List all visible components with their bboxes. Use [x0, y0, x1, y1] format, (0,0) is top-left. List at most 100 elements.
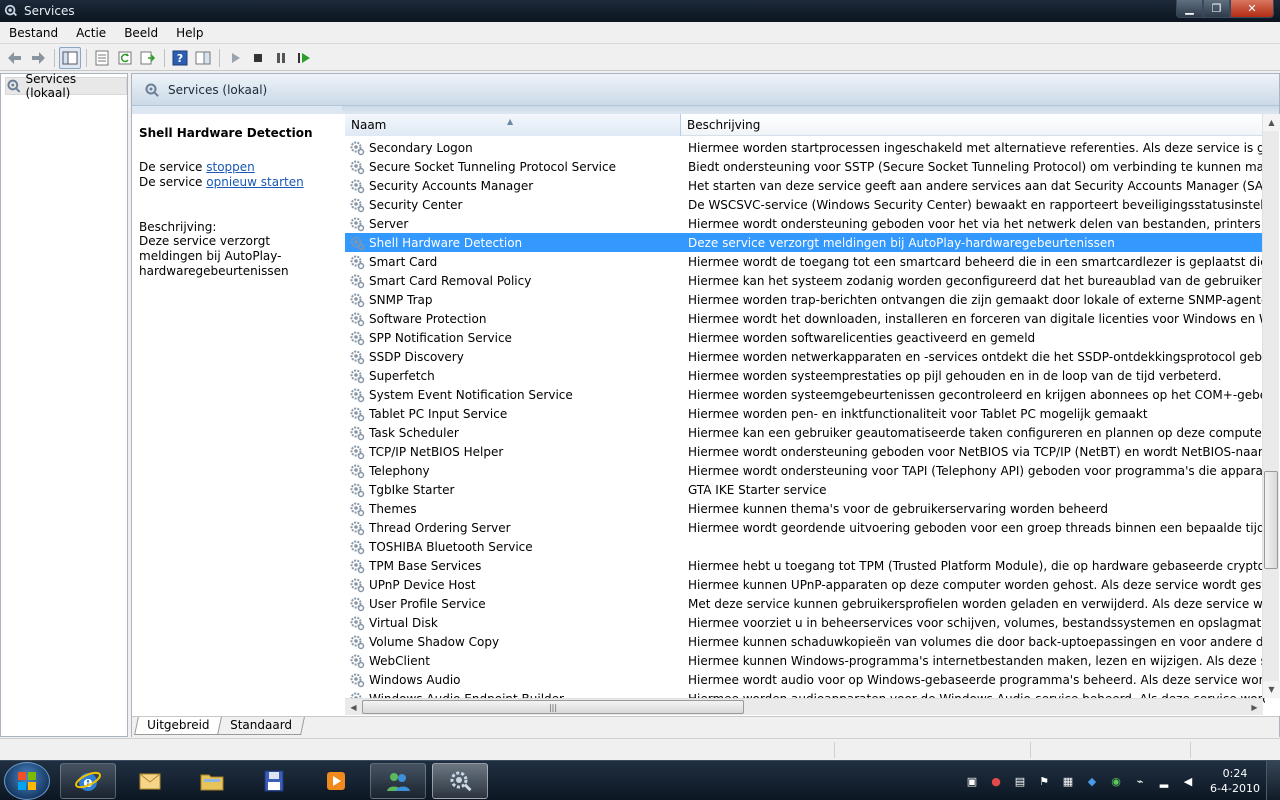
taskbar-messenger[interactable] — [370, 763, 426, 799]
menu-help[interactable]: Help — [167, 22, 212, 44]
table-row[interactable]: User Profile Service Met deze service kun… — [345, 594, 1265, 613]
service-name-cell: Shell Hardware Detection — [345, 235, 681, 251]
show-desktop-button[interactable] — [1266, 761, 1280, 800]
stop-service-link[interactable]: stoppen — [206, 160, 255, 174]
start-button[interactable] — [4, 762, 50, 800]
safely-remove-icon[interactable]: ▤ — [1012, 773, 1028, 789]
taskbar-backup[interactable] — [246, 763, 302, 799]
wifi-signal-icon[interactable]: ▂ — [1156, 773, 1172, 789]
table-row[interactable]: Themes Hiermee kunnen thema's voor de geb… — [345, 499, 1265, 518]
table-row[interactable]: TPM Base Services Hiermee hebt u toegang … — [345, 556, 1265, 575]
service-gear-icon — [350, 274, 365, 288]
table-row[interactable]: Smart Card Removal Policy Hiermee kan het… — [345, 271, 1265, 290]
service-name-cell: Telephony — [345, 463, 681, 479]
table-row[interactable]: SPP Notification Service Hiermee worden s… — [345, 328, 1265, 347]
properties-button[interactable] — [91, 47, 113, 69]
action-pane-button[interactable] — [192, 47, 214, 69]
taskbar-internet-explorer[interactable]: e — [60, 763, 116, 799]
table-row[interactable]: Volume Shadow Copy Hiermee kunnen schaduw… — [345, 632, 1265, 651]
service-name: Smart Card — [369, 254, 438, 269]
table-row[interactable]: Software Protection Hiermee wordt het dow… — [345, 309, 1265, 328]
service-name-cell: Secondary Logon — [345, 140, 681, 156]
network-adapter-icon[interactable]: ▣ — [964, 773, 980, 789]
table-row[interactable]: Windows Audio Hiermee wordt audio voor op… — [345, 670, 1265, 689]
horizontal-scroll-thumb[interactable]: ||| — [362, 700, 744, 714]
tree-item-services-local[interactable]: Services (lokaal) — [5, 72, 127, 100]
table-row[interactable]: TgbIke Starter GTA IKE Starter service — [345, 480, 1265, 499]
refresh-button[interactable] — [114, 47, 136, 69]
horizontal-scrollbar[interactable]: ◀ ||| ▶ — [345, 698, 1263, 715]
taskbar-mail[interactable] — [122, 763, 178, 799]
table-row[interactable]: WebClient Hiermee kunnen Windows-programm… — [345, 651, 1265, 670]
service-name-cell: Tablet PC Input Service — [345, 406, 681, 422]
stop-service-button[interactable] — [247, 47, 269, 69]
service-gear-icon — [350, 141, 365, 155]
menu-bestand[interactable]: Bestand — [0, 22, 67, 44]
security-shield-icon[interactable]: ● — [988, 773, 1004, 789]
service-description-cell: Hiermee kunnen schaduwkopieën van volume… — [688, 634, 1265, 649]
column-header-beschrijving[interactable]: Beschrijving — [681, 114, 1265, 136]
service-name: Tablet PC Input Service — [369, 406, 508, 421]
close-button[interactable]: ✕ — [1230, 0, 1274, 18]
table-row[interactable]: Thread Ordering Server Hiermee wordt geor… — [345, 518, 1265, 537]
scroll-up-button[interactable]: ▲ — [1263, 114, 1280, 131]
power-plug-icon[interactable]: ⌁ — [1132, 773, 1148, 789]
vertical-scrollbar[interactable]: ▲ ▼ — [1262, 114, 1280, 698]
taskbar-services[interactable] — [432, 763, 488, 799]
sync-icon[interactable]: ◉ — [1108, 773, 1124, 789]
vertical-scroll-thumb[interactable] — [1264, 471, 1278, 569]
table-row[interactable]: Superfetch Hiermee worden systeemprestati… — [345, 366, 1265, 385]
scroll-down-button[interactable]: ▼ — [1263, 681, 1280, 698]
table-row[interactable]: Secure Socket Tunneling Protocol Service… — [345, 157, 1265, 176]
table-row[interactable]: System Event Notification Service Hiermee… — [345, 385, 1265, 404]
table-row[interactable]: Virtual Disk Hiermee voorziet u in beheer… — [345, 613, 1265, 632]
scroll-left-icon: ◀ — [350, 703, 357, 712]
tab-standaard[interactable]: Standaard — [217, 717, 306, 735]
taskbar-media-player[interactable] — [308, 763, 364, 799]
toolbar-separator — [54, 48, 55, 67]
table-row[interactable]: Task Scheduler Hiermee kan een gebruiker … — [345, 423, 1265, 442]
table-row[interactable]: SNMP Trap Hiermee worden trap-berichten o… — [345, 290, 1265, 309]
table-row[interactable]: Telephony Hiermee wordt ondersteuning voo… — [345, 461, 1265, 480]
scroll-right-button[interactable]: ▶ — [1246, 699, 1263, 716]
table-row[interactable]: UPnP Device Host Hiermee kunnen UPnP-appa… — [345, 575, 1265, 594]
pause-service-button[interactable] — [270, 47, 292, 69]
maximize-button[interactable]: ❐ — [1203, 0, 1230, 18]
table-row[interactable]: Security Accounts Manager Het starten van… — [345, 176, 1265, 195]
show-tree-button[interactable] — [59, 46, 81, 69]
restart-action: De service opnieuw starten — [139, 175, 337, 190]
table-row[interactable]: Server Hiermee wordt ondersteuning gebode… — [345, 214, 1265, 233]
table-row[interactable]: TOSHIBA Bluetooth Service — [345, 537, 1265, 556]
close-icon: ✕ — [1247, 2, 1257, 15]
table-row[interactable]: TCP/IP NetBIOS Helper Hiermee wordt onder… — [345, 442, 1265, 461]
restart-service-button[interactable] — [293, 47, 315, 69]
export-list-button[interactable] — [137, 47, 159, 69]
table-row[interactable]: SSDP Discovery Hiermee worden netwerkappa… — [345, 347, 1265, 366]
menu-beeld[interactable]: Beeld — [115, 22, 167, 44]
restart-service-link[interactable]: opnieuw starten — [206, 175, 303, 189]
minimize-button[interactable]: ▁ — [1176, 0, 1203, 18]
table-row[interactable]: Security Center De WSCSVC-service (Window… — [345, 195, 1265, 214]
start-service-button[interactable] — [224, 47, 246, 69]
scroll-up-icon: ▲ — [1268, 118, 1275, 127]
table-row[interactable]: Tablet PC Input Service Hiermee worden pe… — [345, 404, 1265, 423]
volume-icon[interactable]: ◀ — [1180, 773, 1196, 789]
table-row[interactable]: Smart Card Hiermee wordt de toegang tot e… — [345, 252, 1265, 271]
taskbar-explorer[interactable] — [184, 763, 240, 799]
display-icon[interactable]: ▦ — [1060, 773, 1076, 789]
forward-button[interactable] — [27, 47, 49, 69]
table-row[interactable]: Secondary Logon Hiermee worden startproce… — [345, 138, 1265, 157]
tab-uitgebreid[interactable]: Uitgebreid — [134, 717, 223, 735]
clock[interactable]: 0:24 6-4-2010 — [1204, 766, 1266, 796]
scroll-left-button[interactable]: ◀ — [345, 699, 362, 716]
help-button[interactable]: ? — [169, 47, 191, 69]
service-name: Virtual Disk — [369, 615, 438, 630]
bluetooth-icon[interactable]: ◆ — [1084, 773, 1100, 789]
column-header-naam[interactable]: ▲ Naam — [345, 114, 681, 136]
menu-actie[interactable]: Actie — [67, 22, 115, 44]
back-button[interactable] — [4, 47, 26, 69]
table-row[interactable]: Shell Hardware Detection Deze service ver… — [345, 233, 1265, 252]
action-center-flag-icon[interactable]: ⚑ — [1036, 773, 1052, 789]
title-bar[interactable]: Services ▁ ❐ ✕ — [0, 0, 1280, 22]
services-gear-icon — [145, 83, 159, 97]
